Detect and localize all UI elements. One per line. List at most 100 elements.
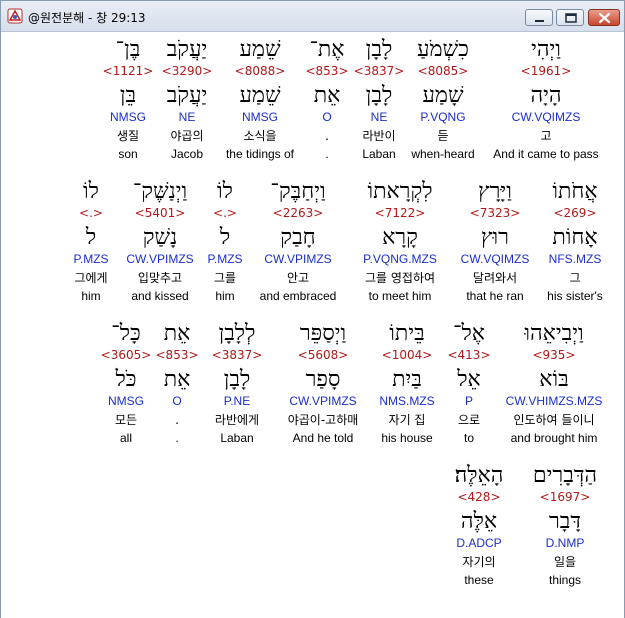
parse-code: P.NE — [223, 394, 251, 408]
word-cell[interactable]: לְלָבָן <3837> לָבָן P.NE 라반에게 Laban — [200, 317, 274, 447]
parse-code: NMSG — [242, 110, 278, 124]
word-cell[interactable]: אֶל־ <413> אֵל P 으로 to — [442, 317, 496, 447]
hebrew-word: וַיָּרָץ — [478, 179, 512, 204]
word-cell[interactable]: וַיְבִיאֵהוּ <935> בּוֹא CW.VHIMZS.MZS 인… — [496, 317, 612, 447]
word-cell[interactable]: וַיְסַפֵּר <5608> סָפַר CW.VPIMZS 야곱이-고하… — [274, 317, 372, 447]
hebrew-word: יַעֲקֹב — [166, 37, 208, 62]
word-cell[interactable]: אֶת־ <853> אֵת O . . — [302, 33, 352, 163]
app-icon — [7, 8, 23, 24]
lemma-word: אֵלֶּה — [460, 509, 498, 534]
word-cell[interactable]: אֵת <853> אֵת O . . — [154, 317, 200, 447]
close-button[interactable] — [588, 9, 620, 26]
korean-gloss: 라반에게 — [214, 413, 260, 427]
word-cell[interactable]: לָבָן <3837> לָבָן NE 라반이 Laban — [352, 33, 406, 163]
lemma-word: ל — [85, 225, 97, 250]
strong-number: <1697> — [539, 490, 591, 504]
word-cell[interactable]: כָּל־ <3605> כֹּל NMSG 모든 all — [98, 317, 154, 447]
english-gloss: these — [464, 573, 494, 587]
strong-number: <428> — [457, 490, 501, 504]
strong-number: <1121> — [102, 64, 154, 78]
word-cell[interactable]: הַדְּבָרִים <1697> דָּבָר D.NMP 일을 thing… — [518, 459, 612, 589]
english-gloss: the tidings of — [225, 147, 295, 161]
lemma-word: אָחוֹת — [552, 225, 598, 250]
app-window: @원전분해 - 창 29:13 וַיְהִי <1961> הָיָה CW.… — [0, 0, 625, 618]
word-cell[interactable]: שֵׁמַע <8088> שֵׁמַע NMSG 소식을 the tiding… — [218, 33, 302, 163]
strong-number: <.> — [213, 206, 237, 220]
korean-gloss: 야곱이-고하매 — [287, 413, 359, 427]
word-cell[interactable]: לוֹ <.> ל P.MZS 그를 him — [202, 175, 248, 305]
lemma-word: דָּבָר — [549, 509, 581, 534]
korean-gloss: 자기 집 — [388, 413, 426, 427]
parse-code: NE — [178, 110, 196, 124]
word-cell[interactable]: בֶּן־ <1121> בֵּן NMSG 생질 son — [100, 33, 156, 163]
english-gloss: his house — [381, 431, 433, 445]
english-gloss: him — [215, 289, 235, 303]
english-gloss: son — [118, 147, 138, 161]
word-cell[interactable]: אֲחֹתוֹ <269> אָחוֹת NFS.MZS 그 his siste… — [538, 175, 612, 305]
korean-gloss: 자기의 — [462, 555, 496, 569]
word-cell[interactable]: בֵּיתוֹ <1004> בַּיִת NMS.MZS 자기 집 his h… — [372, 317, 442, 447]
strong-number: <413> — [447, 348, 491, 362]
word-cell[interactable]: כִשְׁמֹעַ <8085> שָׁמַע P.VQNG 듣 when-he… — [406, 33, 480, 163]
english-gloss: . — [175, 431, 179, 445]
korean-gloss: 으로 — [457, 413, 481, 427]
korean-gloss: 안고 — [286, 271, 310, 285]
korean-gloss: 달려와서 — [472, 271, 518, 285]
verse-row-2: אֲחֹתוֹ <269> אָחוֹת NFS.MZS 그 his siste… — [64, 175, 612, 305]
hebrew-word: לָבָן — [365, 37, 393, 62]
maximize-icon — [565, 13, 577, 23]
strong-number: <935> — [532, 348, 576, 362]
word-cell[interactable]: לוֹ <.> ל P.MZS 그에게 him — [64, 175, 118, 305]
lemma-word: נָשַׁק — [142, 225, 178, 250]
strong-number: <3605> — [100, 348, 152, 362]
title-bar[interactable]: @원전분해 - 창 29:13 — [1, 1, 624, 32]
strong-number: <8085> — [417, 64, 469, 78]
strong-number: <2263> — [272, 206, 324, 220]
hebrew-word: וַיְסַפֵּר — [299, 321, 347, 346]
lemma-word: יַעֲקֹב — [166, 83, 208, 108]
lemma-word: שָׁמַע — [422, 83, 464, 108]
parse-code: D.ADCP — [456, 536, 502, 550]
word-cell[interactable]: וַיְהִי <1961> הָיָה CW.VQIMZS 고 And it … — [480, 33, 612, 163]
hebrew-word: הַדְּבָרִים — [532, 463, 598, 488]
hebrew-word: כִשְׁמֹעַ — [417, 37, 469, 62]
english-gloss: to — [463, 431, 474, 445]
minimize-button[interactable] — [525, 9, 553, 26]
word-cell[interactable]: וַיְנַשֶּׁק־ <5401> נָשַׁק CW.VPIMZS 입맞추… — [118, 175, 202, 305]
interlinear-view[interactable]: וַיְהִי <1961> הָיָה CW.VQIMZS 고 And it … — [1, 33, 624, 618]
hebrew-word: לוֹ — [217, 179, 233, 204]
lemma-word: אֵת — [163, 367, 191, 392]
hebrew-word: לְלָבָן — [218, 321, 256, 346]
english-gloss: and kissed — [131, 289, 189, 303]
hebrew-word: אֲחֹתוֹ — [552, 179, 598, 204]
strong-number: <8088> — [234, 64, 286, 78]
lemma-word: בֵּן — [119, 83, 137, 108]
english-gloss: him — [81, 289, 101, 303]
word-cell[interactable]: הָאֵלֶּה׃ <428> אֵלֶּה D.ADCP 자기의 these — [440, 459, 518, 589]
maximize-button[interactable] — [556, 9, 584, 26]
lemma-word: רוּץ — [481, 225, 509, 250]
hebrew-word: וַיְחַבֶּק־ — [270, 179, 326, 204]
parse-code: NMSG — [108, 394, 144, 408]
korean-gloss: 그에게 — [74, 271, 108, 285]
verse-row-4: הַדְּבָרִים <1697> דָּבָר D.NMP 일을 thing… — [440, 459, 612, 589]
word-cell[interactable]: וַיְחַבֶּק־ <2263> חָבַק CW.VPIMZS 안고 an… — [248, 175, 348, 305]
english-gloss: when-heard — [411, 147, 475, 161]
lemma-word: בַּיִת — [392, 367, 422, 392]
korean-gloss: 그를 — [213, 271, 237, 285]
strong-number: <3837> — [211, 348, 263, 362]
english-gloss: Jacob — [170, 147, 204, 161]
strong-number: <853> — [305, 64, 349, 78]
word-cell[interactable]: וַיָּרָץ <7323> רוּץ CW.VQIMZS 달려와서 that… — [452, 175, 538, 305]
word-cell[interactable]: יַעֲקֹב <3290> יַעֲקֹב NE 야곱의 Jacob — [156, 33, 218, 163]
korean-gloss: 그 — [569, 271, 581, 285]
lemma-word: כֹּל — [115, 367, 137, 392]
strong-number: <269> — [553, 206, 597, 220]
hebrew-word: בֶּן־ — [115, 37, 141, 62]
word-cell[interactable]: לִקְרָאתוֹ <7122> קָרָא P.VQNG.MZS 그를 영접… — [348, 175, 452, 305]
english-gloss: to meet him — [368, 289, 432, 303]
lemma-word: לָבָן — [365, 83, 393, 108]
parse-code: NFS.MZS — [548, 252, 602, 266]
lemma-word: הָיָה — [530, 83, 562, 108]
lemma-word: אֵת — [313, 83, 341, 108]
